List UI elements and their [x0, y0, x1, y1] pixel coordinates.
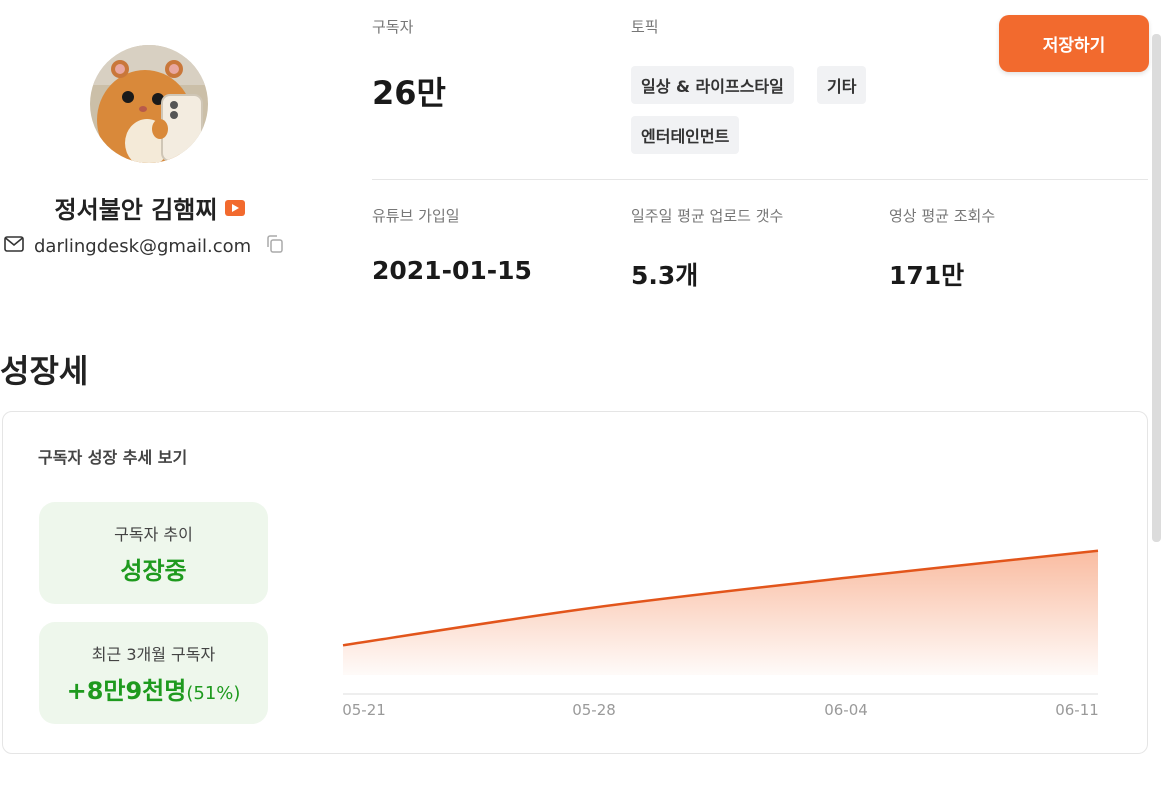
- chart-x-tick-label: 05-21: [342, 701, 386, 719]
- copy-icon[interactable]: [265, 234, 285, 258]
- weekly-upload-value: 5.3개: [631, 261, 699, 290]
- chart-x-tick-label: 06-04: [824, 701, 868, 719]
- channel-name: 정서불안 김햄찌: [54, 196, 218, 224]
- topic-chip: 일상 & 라이프스타일: [631, 66, 794, 104]
- trend-value: 성장중: [120, 556, 187, 585]
- recent-subscribers-pct: (51%): [186, 682, 241, 704]
- subscribers-value: 26만: [372, 74, 446, 112]
- join-date-value: 2021-01-15: [372, 256, 532, 285]
- chart-x-tick-label: 05-28: [572, 701, 616, 719]
- trend-label: 구독자 추이: [114, 524, 193, 544]
- join-date-label: 유튜브 가입일: [372, 207, 460, 225]
- topic-label: 토픽: [631, 18, 659, 36]
- topic-chip: 기타: [817, 66, 867, 104]
- growth-section-title: 성장세: [0, 352, 89, 390]
- scrollbar[interactable]: [1152, 34, 1161, 542]
- growth-card-title: 구독자 성장 추세 보기: [38, 448, 188, 467]
- subscriber-growth-chart: 05-21 05-28 06-04 06-11: [342, 549, 1099, 719]
- youtube-icon[interactable]: [225, 199, 246, 216]
- chart-x-tick-label: 06-11: [1055, 701, 1099, 719]
- mail-icon: [4, 236, 24, 256]
- recent-subscribers-count: +8만9천명: [66, 676, 187, 705]
- save-button[interactable]: 저장하기: [999, 15, 1149, 72]
- recent-subscribers-value: +8만9천명(51%): [67, 671, 241, 706]
- topic-chip: 엔터테인먼트: [631, 116, 740, 154]
- email-address: darlingdesk@gmail.com: [34, 235, 252, 257]
- recent-subscribers-box: 최근 3개월 구독자 +8만9천명(51%): [39, 622, 268, 724]
- subscribers-label: 구독자: [372, 18, 414, 36]
- channel-name-row: 정서불안 김햄찌: [0, 190, 300, 225]
- stats-divider: [372, 179, 1148, 180]
- trend-box: 구독자 추이 성장중: [39, 502, 268, 604]
- avg-views-label: 영상 평균 조회수: [889, 207, 996, 225]
- channel-avatar: [90, 45, 208, 163]
- recent-subscribers-label: 최근 3개월 구독자: [91, 644, 216, 664]
- email-row: darlingdesk@gmail.com: [4, 234, 285, 258]
- chart-area-fill: [343, 550, 1098, 675]
- avg-views-value: 171만: [889, 261, 965, 290]
- weekly-upload-label: 일주일 평균 업로드 갯수: [631, 207, 784, 225]
